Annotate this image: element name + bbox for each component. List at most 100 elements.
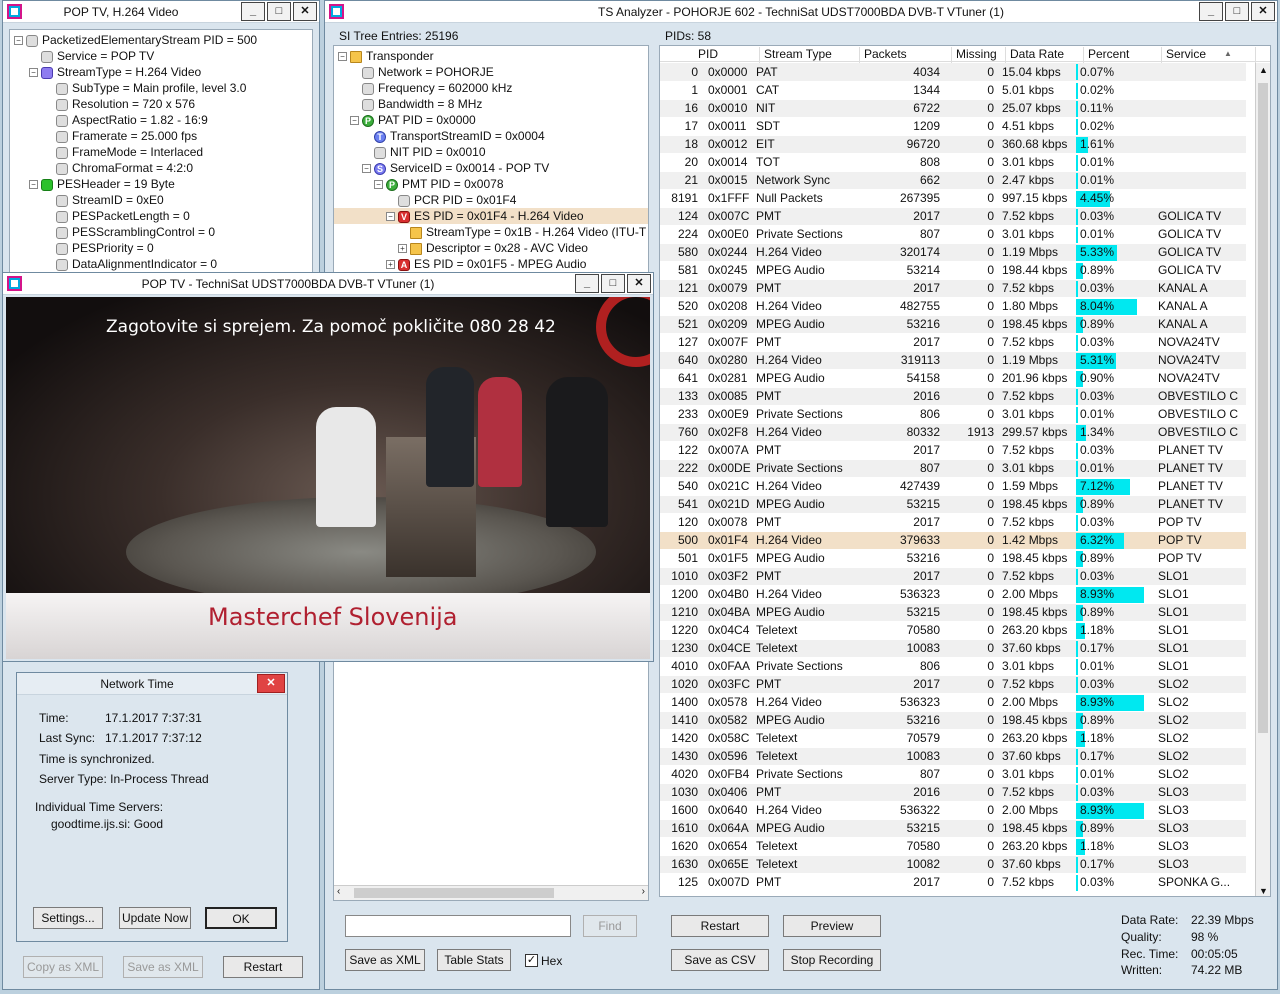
close-button[interactable]: ✕ <box>627 274 651 293</box>
minimize-button[interactable]: _ <box>575 274 599 293</box>
find-button[interactable]: Find <box>583 915 637 937</box>
table-row[interactable]: 520 0x0208 H.264 Video 482755 0 1.80 Mbps 8.04… <box>660 297 1246 316</box>
hex-checkbox[interactable]: ✓ <box>525 954 538 967</box>
table-row[interactable]: 1420 0x058C Teletext 70579 0 263.20 kbps 1.18%… <box>660 729 1246 748</box>
tree-node[interactable]: PESPriority = 0 <box>10 240 312 256</box>
table-stats-button[interactable]: Table Stats <box>437 949 511 971</box>
collapse-icon[interactable]: − <box>386 212 395 222</box>
tree-node[interactable]: Service = POP TV <box>10 48 312 64</box>
video-frame[interactable]: Zagotovite si sprejem. Za pomoč pokličit… <box>6 297 650 659</box>
scroll-up-icon[interactable]: ▲ <box>1259 65 1268 75</box>
table-row[interactable]: 641 0x0281 MPEG Audio 54158 0 201.96 kbps 0.90… <box>660 369 1246 388</box>
tree-node[interactable]: + A ES PID = 0x01F5 - MPEG Audio <box>334 256 648 272</box>
table-row[interactable]: 222 0x00DE Private Sections 807 0 3.01 kbps 0.… <box>660 459 1246 478</box>
scroll-down-icon[interactable]: ▼ <box>1259 886 1268 896</box>
table-row[interactable]: 500 0x01F4 H.264 Video 379633 0 1.42 Mbps 6.32… <box>660 531 1246 550</box>
table-row[interactable]: 640 0x0280 H.264 Video 319113 0 1.19 Mbps 5.31… <box>660 351 1246 370</box>
minimize-button[interactable]: _ <box>241 2 265 21</box>
save-as-xml-button[interactable]: Save as XML <box>123 956 203 978</box>
table-row[interactable]: 121 0x0079 PMT 2017 0 7.52 kbps 0.03% KANAL A <box>660 279 1246 298</box>
table-row[interactable]: 18 0x0012 EIT 96720 0 360.68 kbps 1.61% <box>660 135 1246 154</box>
pes-titlebar[interactable]: POP TV, H.264 Video _ □ ✕ <box>3 1 319 23</box>
collapse-icon[interactable]: − <box>338 52 347 62</box>
tree-node[interactable]: − S ServiceID = 0x0014 - POP TV <box>334 160 648 176</box>
table-row[interactable]: 1230 0x04CE Teletext 10083 0 37.60 kbps 0.17% S… <box>660 639 1246 658</box>
table-row[interactable]: 124 0x007C PMT 2017 0 7.52 kbps 0.03% GOLICA TV <box>660 207 1246 226</box>
scroll-thumb[interactable] <box>1258 83 1268 733</box>
table-row[interactable]: 540 0x021C H.264 Video 427439 0 1.59 Mbps 7.12… <box>660 477 1246 496</box>
table-row[interactable]: 1400 0x0578 H.264 Video 536323 0 2.00 Mbps 8.9… <box>660 693 1246 712</box>
table-row[interactable]: 133 0x0085 PMT 2016 0 7.52 kbps 0.03% OBVESTILO… <box>660 387 1246 406</box>
table-row[interactable]: 8191 0x1FFF Null Packets 267395 0 997.15 kbps… <box>660 189 1246 208</box>
table-row[interactable]: 233 0x00E9 Private Sections 806 0 3.01 kbps 0.… <box>660 405 1246 424</box>
column-header[interactable]: Packets <box>860 47 952 63</box>
tree-node[interactable]: − PacketizedElementaryStream PID = 500 <box>10 32 312 48</box>
table-row[interactable]: 1430 0x0596 Teletext 10083 0 37.60 kbps 0.17% S… <box>660 747 1246 766</box>
close-button[interactable]: ✕ <box>1251 2 1275 21</box>
collapse-icon[interactable]: − <box>350 116 359 126</box>
network-time-titlebar[interactable]: Network Time ✕ <box>17 673 287 695</box>
column-header[interactable]: Data Rate <box>1006 47 1084 63</box>
expand-icon[interactable]: + <box>386 260 395 270</box>
column-header[interactable]: Stream Type <box>760 47 860 63</box>
tree-node[interactable]: − V ES PID = 0x01F4 - H.264 Video <box>334 208 648 224</box>
column-header[interactable]: Service <box>1162 47 1256 63</box>
tree-node[interactable]: ChromaFormat = 4:2:0 <box>10 160 312 176</box>
tree-node[interactable]: − StreamType = H.264 Video <box>10 64 312 80</box>
collapse-icon[interactable]: − <box>362 164 371 174</box>
table-row[interactable]: 1220 0x04C4 Teletext 70580 0 263.20 kbps 1.18%… <box>660 621 1246 640</box>
tree-node[interactable]: − P PAT PID = 0x0000 <box>334 112 648 128</box>
table-row[interactable]: 1010 0x03F2 PMT 2017 0 7.52 kbps 0.03% SLO1 <box>660 567 1246 586</box>
tree-node[interactable]: − PESHeader = 19 Byte <box>10 176 312 192</box>
table-row[interactable]: 1610 0x064A MPEG Audio 53215 0 198.45 kbps 0.8… <box>660 819 1246 838</box>
table-row[interactable]: 4020 0x0FB4 Private Sections 807 0 3.01 kbps 0… <box>660 765 1246 784</box>
table-row[interactable]: 224 0x00E0 Private Sections 807 0 3.01 kbps 0.… <box>660 225 1246 244</box>
table-row[interactable]: 541 0x021D MPEG Audio 53215 0 198.45 kbps 0.89… <box>660 495 1246 514</box>
table-row[interactable]: 581 0x0245 MPEG Audio 53214 0 198.44 kbps 0.89… <box>660 261 1246 280</box>
collapse-icon[interactable]: − <box>374 180 383 190</box>
table-row[interactable]: 1 0x0001 CAT 1344 0 5.01 kbps 0.02% <box>660 81 1246 100</box>
tree-node[interactable]: StreamID = 0xE0 <box>10 192 312 208</box>
table-row[interactable]: 580 0x0244 H.264 Video 320174 0 1.19 Mbps 5.33… <box>660 243 1246 262</box>
table-row[interactable]: 760 0x02F8 H.264 Video 80332 1913 299.57 kbps… <box>660 423 1246 442</box>
table-row[interactable]: 122 0x007A PMT 2017 0 7.52 kbps 0.03% PLANET TV <box>660 441 1246 460</box>
video-titlebar[interactable]: POP TV - TechniSat UDST7000BDA DVB-T VTu… <box>3 273 653 295</box>
scroll-left-icon[interactable]: ‹ <box>337 886 340 897</box>
tree-node[interactable]: Bandwidth = 8 MHz <box>334 96 648 112</box>
table-row[interactable]: 1600 0x0640 H.264 Video 536322 0 2.00 Mbps 8.9… <box>660 801 1246 820</box>
restart-button[interactable]: Restart <box>223 956 303 978</box>
table-row[interactable]: 4010 0x0FAA Private Sections 806 0 3.01 kbps 0… <box>660 657 1246 676</box>
collapse-icon[interactable]: − <box>29 68 38 78</box>
table-row[interactable]: 501 0x01F5 MPEG Audio 53216 0 198.45 kbps 0.89… <box>660 549 1246 568</box>
table-row[interactable]: 125 0x007D PMT 2017 0 7.52 kbps 0.03% SPONKA G.… <box>660 873 1246 892</box>
tree-node[interactable]: PCR PID = 0x01F4 <box>334 192 648 208</box>
tree-node[interactable]: PESScramblingControl = 0 <box>10 224 312 240</box>
maximize-button[interactable]: □ <box>267 2 291 21</box>
settings-button[interactable]: Settings... <box>33 907 103 929</box>
tree-node[interactable]: SubType = Main profile, level 3.0 <box>10 80 312 96</box>
table-row[interactable]: 1020 0x03FC PMT 2017 0 7.52 kbps 0.03% SLO2 <box>660 675 1246 694</box>
close-button[interactable]: ✕ <box>293 2 317 21</box>
table-row[interactable]: 17 0x0011 SDT 1209 0 4.51 kbps 0.02% <box>660 117 1246 136</box>
close-button[interactable]: ✕ <box>257 674 285 693</box>
scroll-thumb[interactable] <box>354 888 554 898</box>
tree-node[interactable]: NIT PID = 0x0010 <box>334 144 648 160</box>
find-input[interactable] <box>345 915 571 937</box>
tree-node[interactable]: + Descriptor = 0x28 - AVC Video <box>334 240 648 256</box>
stop-recording-button[interactable]: Stop Recording <box>783 949 881 971</box>
tree-node[interactable]: T TransportStreamID = 0x0004 <box>334 128 648 144</box>
tree-node[interactable]: PESPacketLength = 0 <box>10 208 312 224</box>
pid-table[interactable]: 0 0x0000 PAT 4034 0 15.04 kbps 0.07% 1 0x0001 CAT… <box>660 63 1246 892</box>
table-row[interactable]: 20 0x0014 TOT 808 0 3.01 kbps 0.01% <box>660 153 1246 172</box>
tree-node[interactable]: Framerate = 25.000 fps <box>10 128 312 144</box>
tree-node[interactable]: − P PMT PID = 0x0078 <box>334 176 648 192</box>
si-tree-hscroll[interactable]: ‹ › <box>334 885 648 900</box>
table-row[interactable]: 120 0x0078 PMT 2017 0 7.52 kbps 0.03% POP TV <box>660 513 1246 532</box>
tree-node[interactable]: Network = POHORJE <box>334 64 648 80</box>
collapse-icon[interactable]: − <box>29 180 38 190</box>
tree-node[interactable]: Frequency = 602000 kHz <box>334 80 648 96</box>
tree-node[interactable]: AspectRatio = 1.82 - 16:9 <box>10 112 312 128</box>
update-now-button[interactable]: Update Now <box>119 907 191 929</box>
ok-button[interactable]: OK <box>205 907 277 929</box>
tree-node[interactable]: FrameMode = Interlaced <box>10 144 312 160</box>
